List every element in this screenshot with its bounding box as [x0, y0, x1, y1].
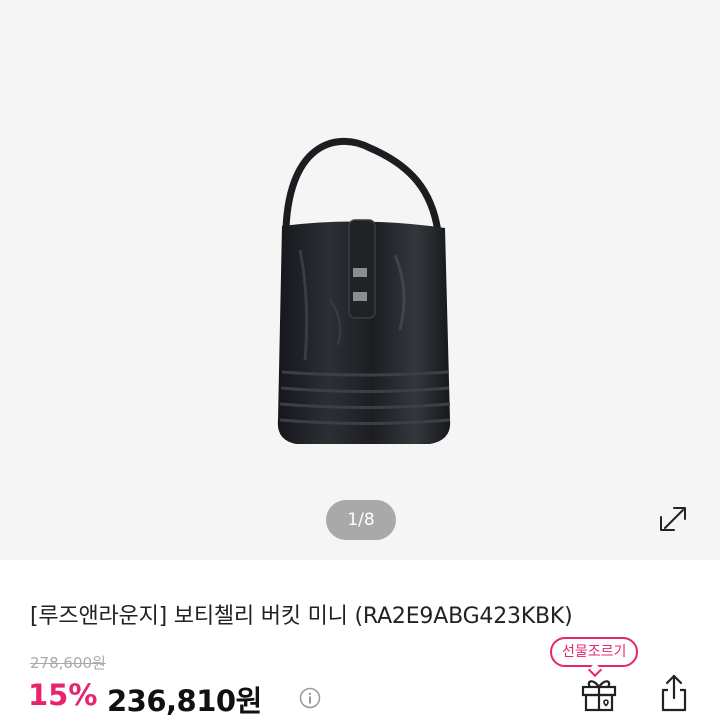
product-title: [루즈앤라운지] 보티첼리 버킷 미니 (RA2E9ABG423KBK)	[30, 604, 573, 629]
discount-rate: 15%	[28, 678, 98, 712]
product-image-gallery[interactable]: 1/8	[0, 0, 720, 560]
image-pager: 1/8	[326, 500, 396, 540]
product-info: [루즈앤라운지] 보티첼리 버킷 미니 (RA2E9ABG423KBK) 278…	[0, 560, 720, 720]
gift-icon[interactable]	[575, 668, 623, 716]
info-icon[interactable]	[299, 687, 321, 709]
sale-price: 236,810원	[107, 684, 262, 718]
expand-icon[interactable]	[645, 488, 701, 544]
share-icon[interactable]	[652, 668, 696, 716]
handbag-image[interactable]	[0, 0, 720, 560]
original-price: 278,600원	[30, 654, 106, 672]
